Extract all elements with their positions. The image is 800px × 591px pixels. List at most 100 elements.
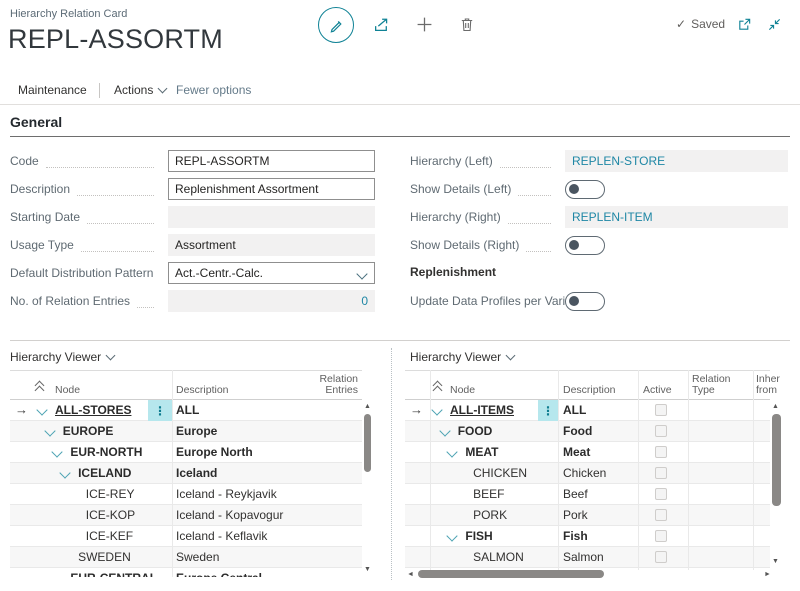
node-cell[interactable]: EUR-CENTRAL bbox=[70, 568, 157, 577]
description-cell: Europe bbox=[176, 421, 217, 442]
active-checkbox bbox=[655, 509, 667, 521]
tree-row-beef[interactable]: BEEFBeef bbox=[405, 484, 770, 505]
dotted-leader bbox=[46, 154, 154, 167]
column-header-node: Node bbox=[55, 385, 135, 396]
node-cell[interactable]: ALL-STORES bbox=[55, 400, 131, 421]
scrollbar-right-arrow[interactable]: ► bbox=[764, 571, 771, 579]
tree-row-fish[interactable]: FISHFish bbox=[405, 526, 770, 547]
field-label-usage-type: Usage Type bbox=[10, 234, 158, 256]
no-of-relation-entries-field: 0 bbox=[168, 290, 375, 312]
tree-row-eur-central[interactable]: EUR-CENTRALEurope Central bbox=[10, 568, 362, 577]
row-menu-button[interactable]: ⋮ bbox=[538, 400, 558, 421]
hierarchy-viewer-right: Hierarchy Viewer NodeDescriptionActiveRel… bbox=[405, 348, 790, 580]
hierarchy-viewer-caption[interactable]: Hierarchy Viewer bbox=[410, 350, 514, 364]
dotted-leader bbox=[137, 294, 154, 307]
tree-row-food[interactable]: FOODFood bbox=[405, 421, 770, 442]
node-cell[interactable]: ICELAND bbox=[78, 463, 131, 484]
collapse-all-button[interactable] bbox=[432, 381, 444, 393]
description-cell: Europe North bbox=[176, 442, 253, 463]
node-cell[interactable]: ALL-ITEMS bbox=[450, 400, 514, 421]
scrollbar-down-arrow[interactable]: ▼ bbox=[772, 558, 779, 566]
scrollbar-left-arrow[interactable]: ◄ bbox=[407, 571, 414, 579]
description-cell: Meat bbox=[563, 442, 590, 463]
node-cell[interactable]: SWEDEN bbox=[78, 547, 131, 568]
tree-chevron-down-icon[interactable] bbox=[447, 530, 458, 541]
description-input[interactable]: Replenishment Assortment bbox=[168, 178, 375, 200]
tree-chevron-down-icon[interactable] bbox=[439, 425, 450, 436]
tree-row-europe[interactable]: EUROPE Europe bbox=[10, 421, 362, 442]
field-label-text: Default Distribution Pattern bbox=[10, 266, 153, 280]
tree-row-chicken[interactable]: CHICKENChicken bbox=[405, 463, 770, 484]
tree-row-salmon[interactable]: SALMONSalmon bbox=[405, 547, 770, 568]
tree-chevron-down-icon[interactable] bbox=[52, 446, 63, 457]
usage-type-field: Assortment bbox=[168, 234, 375, 256]
tree-row-ice-rey[interactable]: ICE-REYIceland - Reykjavik bbox=[10, 484, 362, 505]
field-label-default-distribution-pattern: Default Distribution Pattern bbox=[10, 262, 158, 284]
scrollbar-up-arrow[interactable]: ▲ bbox=[772, 403, 779, 411]
node-cell[interactable]: ICE-KEF bbox=[86, 526, 133, 547]
hierarchy-viewer-caption-label: Hierarchy Viewer bbox=[10, 350, 101, 364]
tree-row-ice-kop[interactable]: ICE-KOPIceland - Kopavogur bbox=[10, 505, 362, 526]
tree-chevron-down-icon[interactable] bbox=[447, 446, 458, 457]
field-label-hierarchy-right: Hierarchy (Right) bbox=[410, 206, 555, 228]
tree-chevron-down-icon[interactable] bbox=[431, 404, 442, 415]
field-label-text: Description bbox=[10, 182, 70, 196]
show-details-left-toggle[interactable] bbox=[565, 180, 605, 199]
tree-row-all-stores[interactable]: →ALL-STORES⋮ALL bbox=[10, 400, 362, 421]
node-cell[interactable]: SALMON bbox=[473, 547, 524, 568]
tree-chevron-down-icon[interactable] bbox=[36, 404, 47, 415]
node-cell[interactable]: FOOD bbox=[458, 421, 493, 442]
node-cell[interactable]: EUROPE bbox=[63, 421, 114, 442]
active-checkbox bbox=[655, 488, 667, 500]
panel-splitter[interactable] bbox=[391, 348, 393, 580]
scrollbar-down-arrow[interactable]: ▼ bbox=[364, 566, 371, 574]
description-cell: Iceland - Keflavik bbox=[176, 526, 267, 547]
default-distribution-pattern-select[interactable]: Act.-Centr.-Calc. bbox=[168, 262, 375, 284]
tree-chevron-down-icon[interactable] bbox=[52, 572, 63, 577]
collapse-all-icon bbox=[433, 386, 443, 396]
tree-row-ice-kef[interactable]: ICE-KEF Iceland - Keflavik bbox=[10, 526, 362, 547]
tree-chevron-down-icon[interactable] bbox=[44, 425, 55, 436]
node-cell[interactable]: ICE-REY bbox=[86, 484, 135, 505]
tree-table-header: NodeDescriptionActiveRelation TypeInher … bbox=[405, 370, 770, 400]
scrollbar-up-arrow[interactable]: ▲ bbox=[364, 403, 371, 411]
hierarchy-right-link[interactable]: REPLEN-ITEM bbox=[572, 210, 653, 224]
node-cell[interactable]: BEEF bbox=[473, 484, 504, 505]
row-menu-button[interactable]: ⋮ bbox=[148, 400, 172, 421]
collapse-all-button[interactable] bbox=[34, 381, 46, 393]
starting-date-field bbox=[168, 206, 375, 228]
node-cell[interactable]: CHICKEN bbox=[473, 463, 527, 484]
code-input[interactable]: REPL-ASSORTM bbox=[168, 150, 375, 172]
toggle-knob bbox=[569, 184, 579, 194]
no-of-relation-entries-link[interactable]: 0 bbox=[361, 294, 368, 308]
node-cell[interactable]: PORK bbox=[473, 505, 507, 526]
tree-table-body: →ALL-STORES⋮ALLEUROPEEuropeEUR-NORTHEuro… bbox=[10, 400, 362, 577]
hierarchy-viewer-caption-label: Hierarchy Viewer bbox=[410, 350, 501, 364]
node-cell[interactable]: EUR-NORTH bbox=[70, 442, 142, 463]
hierarchy-left-field: REPLEN-STORE bbox=[565, 150, 788, 172]
active-checkbox bbox=[655, 425, 667, 437]
horizontal-scrollbar-thumb[interactable] bbox=[418, 570, 604, 578]
hierarchy-left-link[interactable]: REPLEN-STORE bbox=[572, 154, 665, 168]
tree-row-meat[interactable]: MEAT Meat bbox=[405, 442, 770, 463]
tree-row-sweden[interactable]: SWEDENSweden bbox=[10, 547, 362, 568]
vertical-scrollbar-thumb[interactable] bbox=[364, 414, 371, 472]
show-details-right-toggle[interactable] bbox=[565, 236, 605, 255]
tree-chevron-down-icon[interactable] bbox=[59, 467, 70, 478]
node-cell[interactable]: FISH bbox=[465, 526, 492, 547]
update-data-profiles-per-variant-toggle[interactable] bbox=[565, 292, 605, 311]
tree-row-pork[interactable]: PORKPork bbox=[405, 505, 770, 526]
tree-row-eur-north[interactable]: EUR-NORTH Europe North bbox=[10, 442, 362, 463]
tree-row-all-items[interactable]: →ALL-ITEMS⋮ALL bbox=[405, 400, 770, 421]
tree-row-iceland[interactable]: ICELANDIceland bbox=[10, 463, 362, 484]
field-label-code: Code bbox=[10, 150, 158, 172]
active-checkbox bbox=[655, 404, 667, 416]
node-cell[interactable]: MEAT bbox=[465, 442, 498, 463]
vertical-ellipsis-icon: ⋮ bbox=[542, 404, 554, 418]
node-cell[interactable]: ICE-KOP bbox=[86, 505, 135, 526]
dotted-leader bbox=[500, 154, 551, 167]
tree-table-header: NodeDescriptionRelation Entries bbox=[10, 370, 362, 400]
hierarchy-viewer-caption[interactable]: Hierarchy Viewer bbox=[10, 350, 114, 364]
vertical-scrollbar-thumb[interactable] bbox=[772, 414, 781, 506]
field-label-text: No. of Relation Entries bbox=[10, 294, 130, 308]
